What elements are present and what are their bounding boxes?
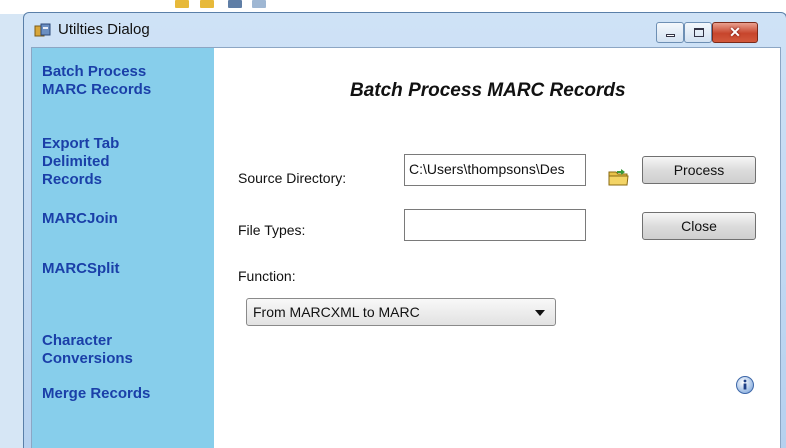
close-window-button[interactable]: ✕	[712, 22, 758, 43]
chevron-down-icon	[535, 310, 545, 316]
sidebar: Batch Process MARC Records Export Tab De…	[32, 48, 214, 448]
folder-icon[interactable]	[608, 167, 630, 187]
source-directory-label: Source Directory:	[238, 170, 347, 186]
taskbar-icon	[252, 0, 266, 8]
close-icon: ✕	[729, 24, 741, 40]
sidebar-item-marcjoin[interactable]: MARCJoin	[42, 210, 118, 228]
utilities-app-icon	[34, 23, 51, 37]
dialog-client-area: Batch Process MARC Records Export Tab De…	[31, 47, 781, 448]
title-bar[interactable]: Utilties Dialog ✕	[24, 13, 786, 47]
maximize-button[interactable]	[684, 22, 712, 43]
taskbar-icon	[228, 0, 242, 8]
main-panel: Batch Process MARC Records Source Direct…	[214, 48, 782, 448]
maximize-icon	[694, 28, 704, 37]
function-selected-value: From MARCXML to MARC	[253, 304, 420, 320]
utilities-dialog-window: Utilties Dialog ✕ Batch Process MARC Rec…	[23, 12, 786, 448]
file-types-label: File Types:	[238, 222, 306, 238]
sidebar-item-merge-records[interactable]: Merge Records	[42, 385, 150, 403]
function-dropdown[interactable]: From MARCXML to MARC	[246, 298, 556, 326]
process-button[interactable]: Process	[642, 156, 756, 184]
sidebar-item-marcsplit[interactable]: MARCSplit	[42, 260, 120, 278]
sidebar-item-batch-process[interactable]: Batch Process MARC Records	[42, 63, 151, 99]
file-types-input[interactable]	[404, 209, 586, 241]
taskbar-icon	[175, 0, 189, 8]
taskbar-icon	[200, 0, 214, 8]
minimize-icon	[666, 34, 675, 37]
info-icon[interactable]	[735, 375, 755, 395]
window-title: Utilties Dialog	[58, 21, 150, 38]
sidebar-item-character-conversions[interactable]: Character Conversions	[42, 332, 133, 368]
close-button[interactable]: Close	[642, 212, 756, 240]
source-directory-input[interactable]: C:\Users\thompsons\Des	[404, 154, 586, 186]
sidebar-item-export-tab-delimited[interactable]: Export Tab Delimited Records	[42, 135, 119, 189]
minimize-button[interactable]	[656, 22, 684, 43]
function-label: Function:	[238, 268, 296, 284]
page-title: Batch Process MARC Records	[350, 80, 626, 101]
